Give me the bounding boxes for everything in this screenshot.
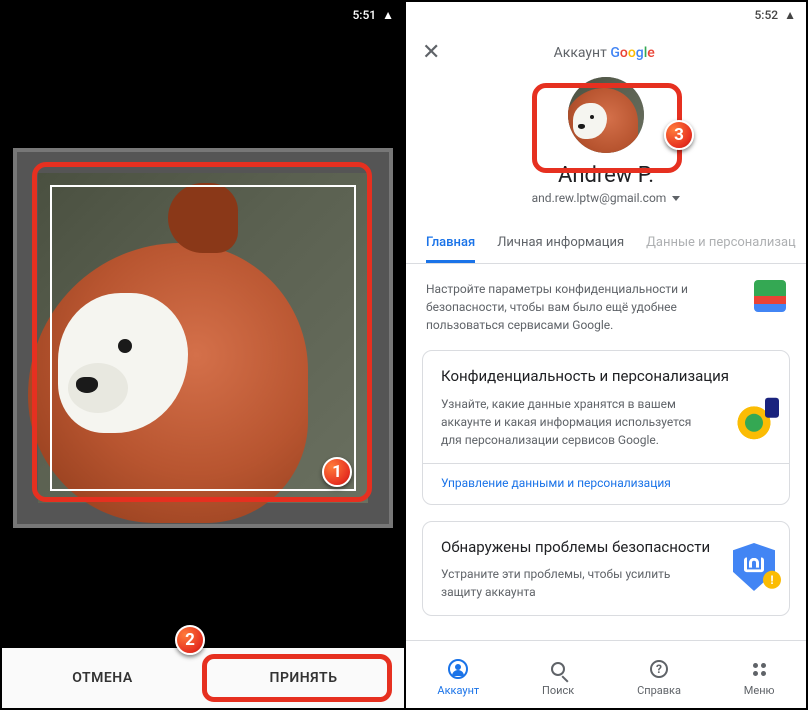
alert-badge-icon: ! bbox=[763, 571, 781, 589]
user-email: and.rew.lptw@gmail.com bbox=[532, 191, 667, 205]
nav-help[interactable]: ? Справка bbox=[637, 658, 681, 697]
account-content: ✕ Аккаунт Google Andrew P. and.rew.lptw@… bbox=[406, 28, 806, 640]
user-email-dropdown[interactable]: and.rew.lptw@gmail.com bbox=[532, 191, 681, 205]
account-header: ✕ Аккаунт Google bbox=[406, 28, 806, 69]
intro-text: Настройте параметры конфиденциальности и… bbox=[406, 264, 806, 350]
tab-data-personalization[interactable]: Данные и персонализац bbox=[646, 225, 796, 263]
nav-label: Меню bbox=[744, 684, 775, 697]
annotation-badge-1: 1 bbox=[322, 457, 352, 487]
nav-label: Аккаунт bbox=[437, 684, 479, 697]
menu-icon bbox=[748, 658, 770, 680]
intro-illustration-icon bbox=[754, 280, 786, 312]
status-bar-left: 5:51 ▲ bbox=[2, 2, 404, 28]
tab-personal-info[interactable]: Личная информация bbox=[497, 225, 624, 263]
close-icon[interactable]: ✕ bbox=[422, 40, 440, 65]
bottom-nav: Аккаунт Поиск ? Справка Меню bbox=[406, 640, 806, 708]
cancel-button[interactable]: ОТМЕНА bbox=[2, 648, 203, 708]
header-title: Аккаунт Google bbox=[440, 45, 768, 61]
nav-label: Справка bbox=[637, 684, 681, 697]
card-title: Обнаружены проблемы безопасности bbox=[441, 538, 771, 558]
card-desc: Узнайте, какие данные хранятся в вашем а… bbox=[441, 395, 701, 449]
annotation-badge-3: 3 bbox=[664, 120, 694, 150]
annotation-badge-2: 2 bbox=[175, 625, 205, 655]
tab-home[interactable]: Главная bbox=[426, 225, 475, 263]
account-screen: 5:52 ▲ ✕ Аккаунт Google Andrew P. and.re… bbox=[404, 0, 808, 710]
signal-icon: ▲ bbox=[784, 8, 796, 22]
status-time: 5:52 bbox=[754, 8, 778, 22]
account-tabs: Главная Личная информация Данные и персо… bbox=[406, 225, 806, 264]
crop-screen: 5:51 ▲ ОТМЕНА ПРИНЯТЬ 1 2 bbox=[0, 0, 404, 710]
status-time: 5:51 bbox=[352, 8, 376, 22]
nav-label: Поиск bbox=[542, 684, 574, 697]
security-issues-card[interactable]: Обнаружены проблемы безопасности Устрани… bbox=[422, 521, 790, 617]
nav-account[interactable]: Аккаунт bbox=[437, 658, 479, 697]
account-icon bbox=[447, 658, 469, 680]
annotation-highlight-avatar bbox=[532, 83, 682, 173]
status-bar-right: 5:52 ▲ bbox=[406, 2, 806, 28]
annotation-highlight-crop bbox=[32, 162, 372, 502]
nav-menu[interactable]: Меню bbox=[744, 658, 775, 697]
privacy-card[interactable]: Конфиденциальность и персонализация Узна… bbox=[422, 350, 790, 505]
help-icon: ? bbox=[648, 658, 670, 680]
card-title: Конфиденциальность и персонализация bbox=[441, 367, 771, 387]
signal-icon: ▲ bbox=[382, 8, 394, 22]
manage-data-link[interactable]: Управление данными и персонализация bbox=[423, 463, 789, 490]
nav-search[interactable]: Поиск bbox=[542, 658, 574, 697]
chevron-down-icon bbox=[672, 196, 680, 201]
shield-icon: ! bbox=[733, 543, 775, 585]
annotation-highlight-accept bbox=[202, 654, 392, 702]
card-desc: Устраните эти проблемы, чтобы усилить за… bbox=[441, 565, 701, 601]
privacy-icon bbox=[733, 402, 775, 444]
search-icon bbox=[547, 658, 569, 680]
